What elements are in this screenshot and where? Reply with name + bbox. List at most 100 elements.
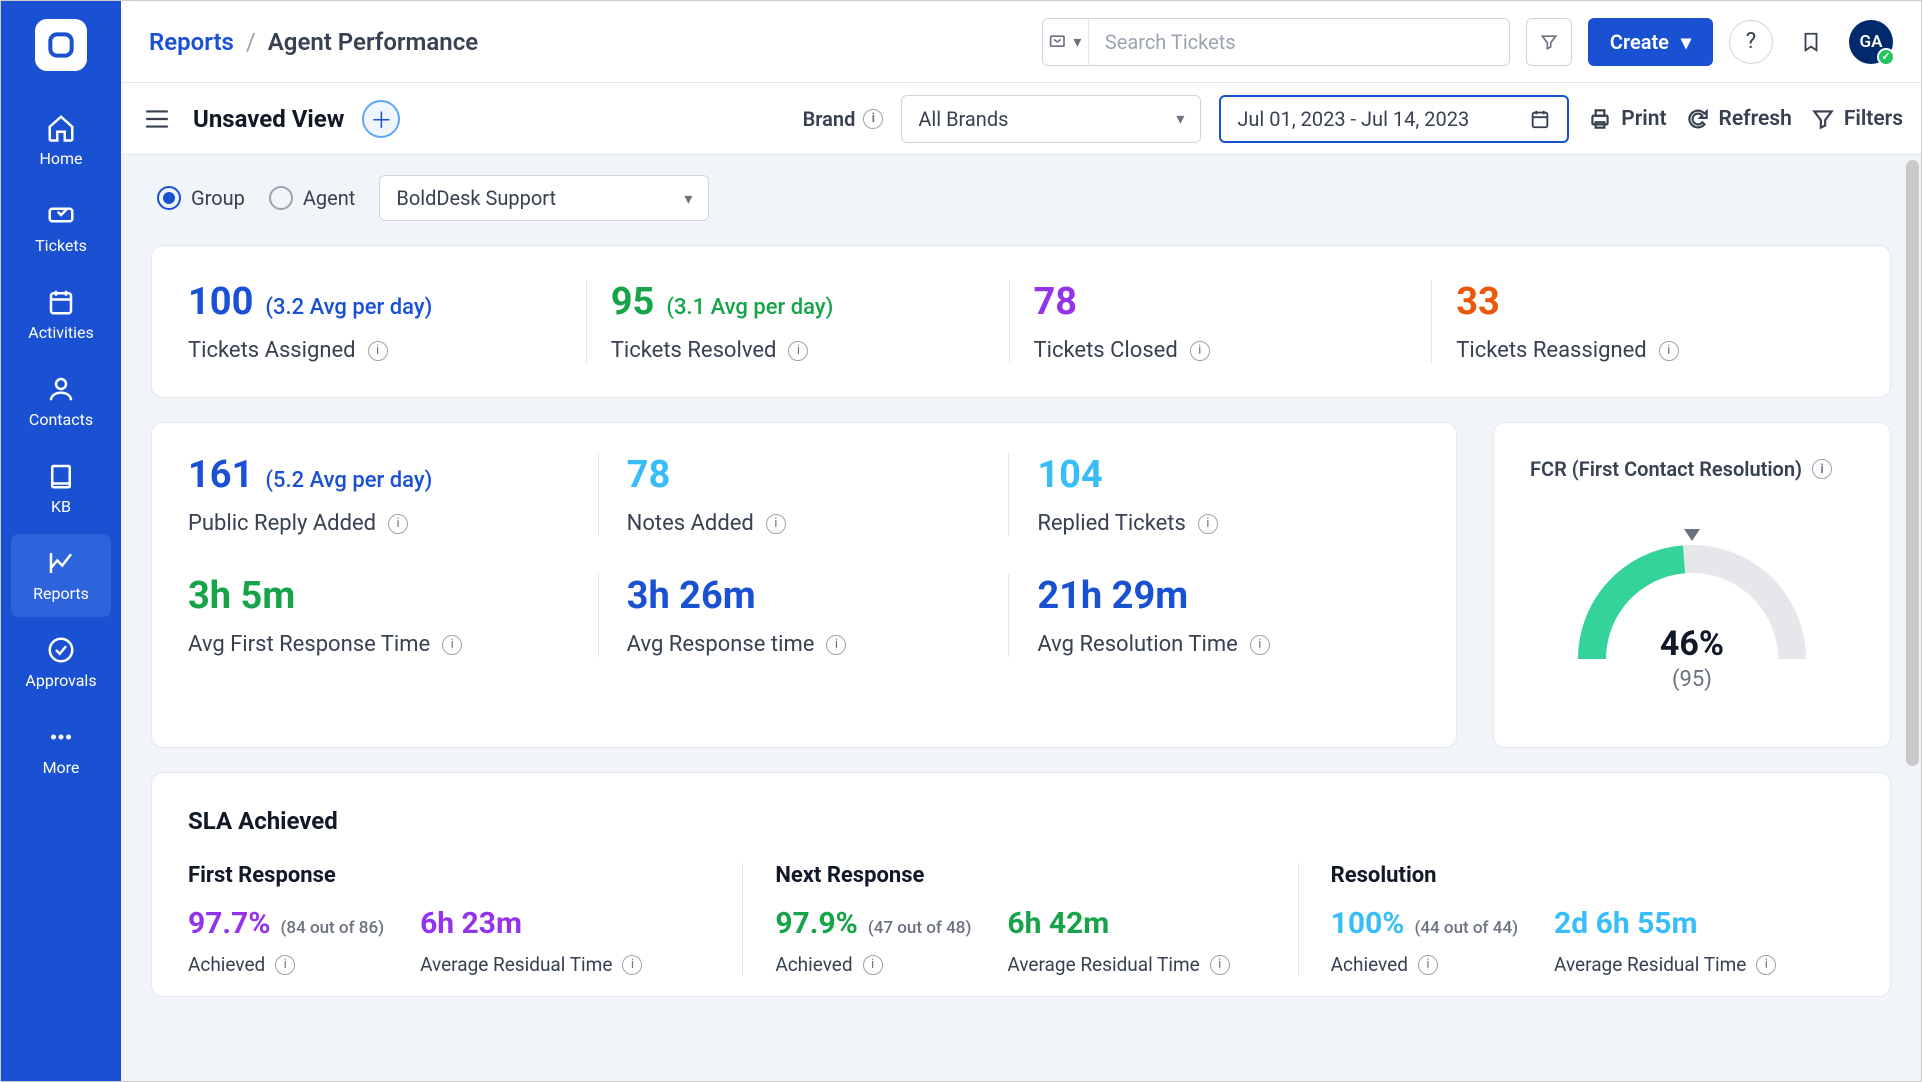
sidebar-item-label: Approvals xyxy=(25,671,96,690)
sla-residual: 2d 6h 55m Average Residual Timei xyxy=(1554,906,1776,976)
viewbar: Unsaved View ＋ Brand i All Brands ▾ Jul … xyxy=(121,83,1921,155)
fcr-card: FCR (First Contact Resolution) i 46% (95… xyxy=(1493,422,1891,748)
metric-label: Tickets Reassigned i xyxy=(1456,338,1830,363)
sidebar-item-reports[interactable]: Reports xyxy=(11,534,111,617)
radio-group[interactable]: Group xyxy=(157,186,245,210)
avatar-initials: GA xyxy=(1860,32,1883,52)
info-icon[interactable]: i xyxy=(275,955,295,975)
search-filter-button[interactable] xyxy=(1526,18,1572,66)
info-icon[interactable]: i xyxy=(1210,955,1230,975)
view-title: Unsaved View xyxy=(193,105,344,133)
metric: 100 (3.2 Avg per day) Tickets Assigned i xyxy=(188,280,587,363)
sidebar-item-tickets[interactable]: Tickets xyxy=(11,186,111,269)
sidebar-item-more[interactable]: More xyxy=(11,708,111,791)
sla-title: SLA Achieved xyxy=(188,807,1854,835)
date-range-picker[interactable]: Jul 01, 2023 - Jul 14, 2023 xyxy=(1219,95,1569,143)
chevron-down-icon: ▾ xyxy=(684,189,692,208)
breadcrumb-current: Agent Performance xyxy=(268,28,478,56)
brand-select-value: All Brands xyxy=(918,107,1008,131)
info-icon[interactable]: i xyxy=(826,635,846,655)
sla-residual: 6h 42m Average Residual Timei xyxy=(1007,906,1229,976)
brand-select[interactable]: All Brands ▾ xyxy=(901,95,1201,143)
chevron-down-icon: ▾ xyxy=(1681,30,1691,54)
sidebar-item-activities[interactable]: Activities xyxy=(11,273,111,356)
gauge-value: 46% xyxy=(1562,624,1822,664)
sla-col-title: First Response xyxy=(188,863,710,888)
info-icon[interactable]: i xyxy=(863,109,883,129)
scrollbar[interactable] xyxy=(1906,160,1919,766)
metric-label: Avg Resolution Time i xyxy=(1037,632,1392,657)
brand-label: Brand i xyxy=(803,107,884,131)
top-metrics-card: 100 (3.2 Avg per day) Tickets Assigned i… xyxy=(151,245,1891,398)
metric-value: 78 xyxy=(1034,280,1408,324)
create-button[interactable]: Create ▾ xyxy=(1588,18,1713,66)
metric: 3h 26m Avg Response time i xyxy=(599,574,1010,657)
sidebar-item-home[interactable]: Home xyxy=(11,99,111,182)
app-logo[interactable] xyxy=(35,19,87,71)
print-button[interactable]: Print xyxy=(1587,106,1666,132)
radio-unchecked-icon xyxy=(269,186,293,210)
add-view-button[interactable]: ＋ xyxy=(362,100,400,138)
info-icon[interactable]: i xyxy=(1250,635,1270,655)
calendar-icon xyxy=(1529,108,1551,130)
refresh-button[interactable]: Refresh xyxy=(1685,106,1792,132)
sla-card: SLA Achieved First Response 97.7%(84 out… xyxy=(151,772,1891,997)
info-icon[interactable]: i xyxy=(1198,514,1218,534)
metric-value: 3h 26m xyxy=(627,574,981,618)
breadcrumb-root[interactable]: Reports xyxy=(149,28,234,56)
fcr-title: FCR (First Contact Resolution) xyxy=(1530,457,1802,481)
metric-value: 3h 5m xyxy=(188,574,570,618)
metric: 78 Notes Added i xyxy=(599,453,1010,536)
sla-col-title: Resolution xyxy=(1331,863,1822,888)
metric-label: Notes Added i xyxy=(627,511,981,536)
info-icon[interactable]: i xyxy=(1659,341,1679,361)
filters-button[interactable]: Filters xyxy=(1810,106,1903,132)
sla-col-title: Next Response xyxy=(775,863,1265,888)
sidebar-item-contacts[interactable]: Contacts xyxy=(11,360,111,443)
info-icon[interactable]: i xyxy=(863,955,883,975)
metric-label: Tickets Closed i xyxy=(1034,338,1408,363)
search-input[interactable] xyxy=(1089,30,1509,54)
metric-value: 104 xyxy=(1037,453,1392,497)
info-icon[interactable]: i xyxy=(442,635,462,655)
filter-icon xyxy=(1810,106,1836,132)
metric-value: 161 (5.2 Avg per day) xyxy=(188,453,570,497)
printer-icon xyxy=(1587,106,1613,132)
group-select-value: BoldDesk Support xyxy=(396,186,556,210)
info-icon[interactable]: i xyxy=(622,955,642,975)
info-icon[interactable]: i xyxy=(1756,955,1776,975)
metric: 3h 5m Avg First Response Time i xyxy=(188,574,599,657)
sidebar-item-label: More xyxy=(43,758,80,777)
create-label: Create xyxy=(1610,30,1669,54)
info-icon[interactable]: i xyxy=(1418,955,1438,975)
metric-value: 33 xyxy=(1456,280,1830,324)
group-select[interactable]: BoldDesk Support ▾ xyxy=(379,175,709,221)
hamburger-menu-button[interactable] xyxy=(139,101,175,137)
info-icon[interactable]: i xyxy=(1190,341,1210,361)
info-icon[interactable]: i xyxy=(1812,459,1832,479)
sla-column: Next Response 97.9%(47 out of 48) Achiev… xyxy=(743,863,1298,976)
user-avatar[interactable]: GA ✓ xyxy=(1849,20,1893,64)
metric: 78 Tickets Closed i xyxy=(1010,280,1433,363)
metric: 21h 29m Avg Resolution Time i xyxy=(1009,574,1420,657)
sla-achieved: 97.9%(47 out of 48) Achievedi xyxy=(775,906,971,976)
metric-label: Tickets Assigned i xyxy=(188,338,562,363)
info-icon[interactable]: i xyxy=(368,341,388,361)
date-range-value: Jul 01, 2023 - Jul 14, 2023 xyxy=(1237,107,1469,131)
sla-column: Resolution 100%(44 out of 44) Achievedi … xyxy=(1299,863,1854,976)
sidebar-item-approvals[interactable]: Approvals xyxy=(11,621,111,704)
metric-value: 100 (3.2 Avg per day) xyxy=(188,280,562,324)
sidebar-item-label: Reports xyxy=(33,584,89,603)
metric-value: 78 xyxy=(627,453,981,497)
sidebar: Home Tickets Activities Contacts KB Repo… xyxy=(1,1,121,1081)
radio-agent[interactable]: Agent xyxy=(269,186,355,210)
info-icon[interactable]: i xyxy=(388,514,408,534)
breadcrumb: Reports / Agent Performance xyxy=(149,28,478,56)
sidebar-item-kb[interactable]: KB xyxy=(11,447,111,530)
info-icon[interactable]: i xyxy=(766,514,786,534)
search-scope-selector[interactable]: ▾ xyxy=(1043,19,1089,65)
bookmark-button[interactable] xyxy=(1789,20,1833,64)
help-button[interactable]: ? xyxy=(1729,20,1773,64)
info-icon[interactable]: i xyxy=(788,341,808,361)
sla-achieved: 97.7%(84 out of 86) Achievedi xyxy=(188,906,384,976)
